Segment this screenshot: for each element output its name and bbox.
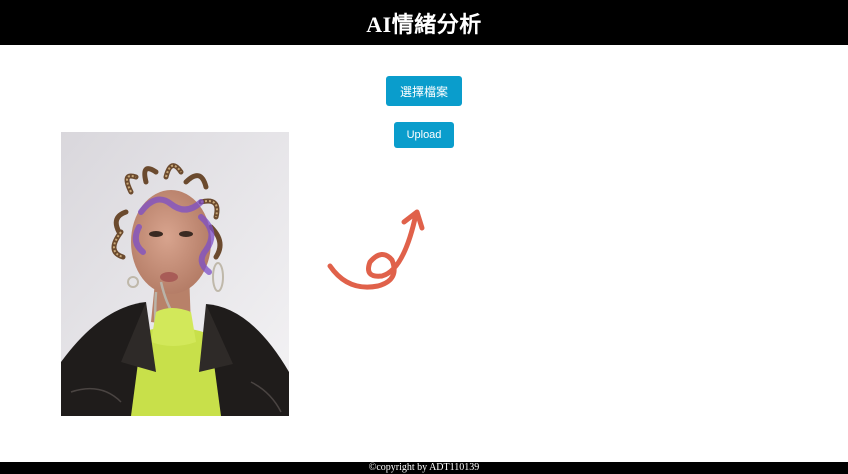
header-bar: AI情緒分析 — [0, 0, 848, 45]
page: AI情緒分析 選擇檔案 Upload ©copyright by ADT1101… — [0, 0, 848, 474]
portrait-photo — [61, 132, 289, 416]
curly-arrow-icon — [320, 200, 440, 300]
copyright-text: ©copyright by ADT110139 — [368, 462, 480, 473]
page-title: AI情緒分析 — [366, 11, 482, 37]
choose-file-button[interactable]: 選擇檔案 — [386, 76, 462, 106]
upload-button[interactable]: Upload — [394, 122, 454, 148]
footer-bar: ©copyright by ADT110139 — [0, 462, 848, 474]
